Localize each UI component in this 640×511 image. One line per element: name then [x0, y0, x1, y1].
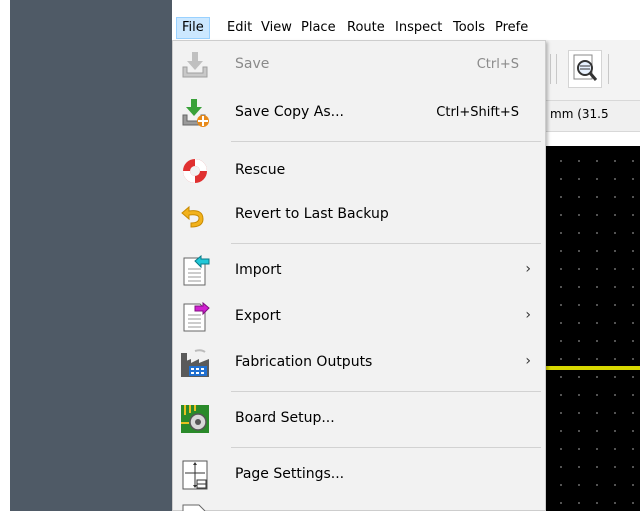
submenu-arrow-icon: › [525, 261, 531, 277]
pcb-track [546, 366, 640, 370]
menu-item-save[interactable]: Save Ctrl+S [173, 43, 545, 87]
menu-separator [231, 447, 541, 448]
toolbar [546, 40, 640, 100]
status-strip: mm (31.5 [546, 100, 640, 132]
toolbar-separator [556, 54, 557, 84]
menu-separator [231, 141, 541, 142]
zoom-button[interactable] [568, 50, 602, 88]
menu-item-label: Revert to Last Backup [235, 206, 389, 222]
menu-item-label: Fabrication Outputs [235, 354, 373, 370]
menu-item-shortcut: Ctrl+Shift+S [436, 105, 519, 120]
menu-item-label: Export [235, 308, 281, 324]
pcb-canvas[interactable] [546, 146, 640, 511]
menu-inspect[interactable]: Inspect [390, 17, 447, 39]
menu-item-fabrication-outputs[interactable]: Fabrication Outputs › [173, 341, 545, 385]
menu-item-label: Save [235, 56, 270, 72]
menu-file[interactable]: File [176, 17, 210, 39]
menu-edit[interactable]: Edit [222, 17, 257, 39]
menu-separator [231, 243, 541, 244]
unit-text: mm (31.5 [550, 107, 609, 121]
export-icon [183, 301, 210, 332]
menu-place[interactable]: Place [296, 17, 341, 39]
menu-preferences[interactable]: Prefe [490, 17, 533, 39]
save-icon [182, 52, 208, 78]
toolbar-separator [550, 54, 551, 84]
import-icon [183, 255, 210, 286]
menu-item-shortcut: Ctrl+S [476, 57, 519, 72]
left-panel [10, 0, 172, 511]
menu-view[interactable]: View [256, 17, 297, 39]
menu-separator [231, 391, 541, 392]
save-copy-icon [182, 99, 209, 127]
toolbar-separator [608, 54, 609, 84]
menu-route[interactable]: Route [342, 17, 390, 39]
menu-item-label: Rescue [235, 162, 286, 178]
menu-item-label: Page Settings... [235, 466, 345, 482]
submenu-arrow-icon: › [525, 353, 531, 369]
file-menu: Save Ctrl+S Save Copy As... Ctrl+Shift+S… [172, 40, 546, 511]
menu-tools[interactable]: Tools [448, 17, 490, 39]
menu-item-save-copy-as[interactable]: Save Copy As... Ctrl+Shift+S [173, 91, 545, 135]
page-settings-icon [182, 460, 208, 490]
menu-item-label: Import [235, 262, 282, 278]
zoom-page-icon [573, 54, 598, 81]
menu-item-export[interactable]: Export › [173, 295, 545, 339]
revert-icon [181, 205, 204, 228]
lifebuoy-icon [183, 159, 207, 183]
menu-item-board-setup[interactable]: Board Setup... [173, 397, 545, 441]
menu-item-label: Save Copy As... [235, 104, 344, 120]
menu-item-revert[interactable]: Revert to Last Backup [173, 193, 545, 237]
submenu-arrow-icon: › [525, 307, 531, 323]
menu-item-page-settings[interactable]: Page Settings... [173, 453, 545, 497]
next-item-icon [182, 504, 206, 511]
menu-item-label: Board Setup... [235, 410, 335, 426]
board-setup-icon [181, 405, 209, 433]
menu-item-rescue[interactable]: Rescue [173, 149, 545, 193]
menu-item-import[interactable]: Import › [173, 249, 545, 293]
factory-icon [181, 349, 209, 377]
menubar: File Edit View Place Route Inspect Tools… [172, 14, 640, 40]
